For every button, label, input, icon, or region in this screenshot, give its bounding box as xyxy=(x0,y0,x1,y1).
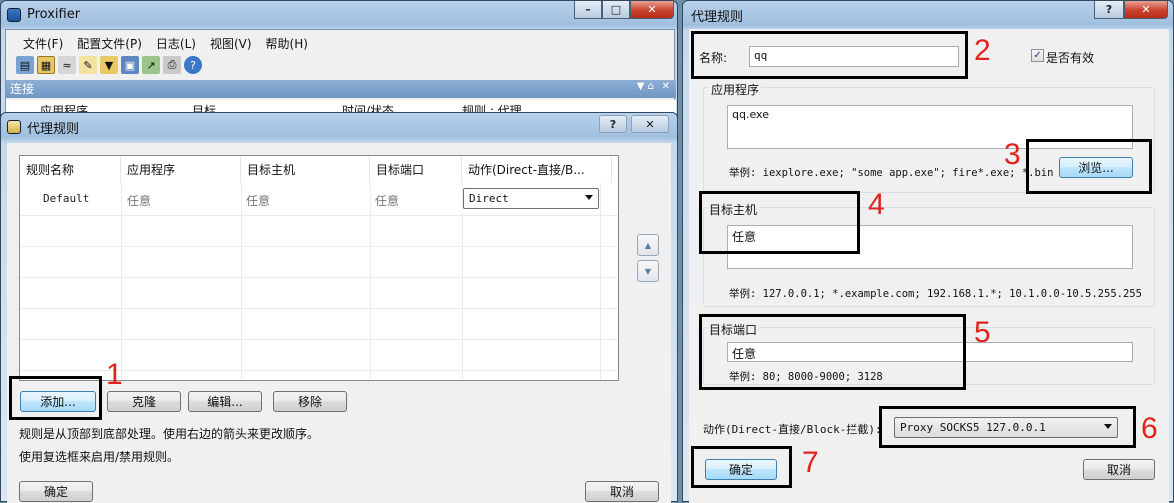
move-up-button[interactable]: ▲ xyxy=(637,234,659,256)
browse-button[interactable]: 浏览... xyxy=(1059,157,1133,178)
rules-info-line-2: 使用复选框来启用/禁用规则。 xyxy=(19,450,180,464)
rule-edit-help-button[interactable]: ? xyxy=(1094,1,1124,19)
rule-edit-client: 名称: qq ✓ 是否有效 应用程序 qq.exe 举例: iexplore.e… xyxy=(689,29,1169,503)
rules-help-button[interactable]: ? xyxy=(599,115,627,133)
name-label: 名称: xyxy=(699,51,728,65)
annotation-number-2: 2 xyxy=(974,34,991,67)
applications-input[interactable]: qq.exe xyxy=(727,105,1133,149)
action-label: 动作(Direct-直接/Block-拦截): xyxy=(703,423,882,436)
remove-rule-button[interactable]: 移除 xyxy=(273,391,347,412)
connections-panel-header: 连接 ▼ ⌂ ✕ xyxy=(6,80,676,98)
enabled-checkbox[interactable]: ✓ xyxy=(1031,49,1044,62)
menu-file[interactable]: 文件(F) xyxy=(16,32,70,55)
rule-cancel-button[interactable]: 取消 xyxy=(1083,459,1155,480)
col-target-port[interactable]: 目标端口 xyxy=(370,156,462,183)
connections-panel-title: 连接 xyxy=(10,82,35,96)
move-down-button[interactable]: ▼ xyxy=(637,260,659,282)
rules-info-line-1: 规则是从顶部到底部处理。使用右边的箭头来更改顺序。 xyxy=(19,427,320,441)
add-rule-button[interactable]: 添加... xyxy=(20,391,96,412)
menu-bar: 文件(F) 配置文件(P) 日志(L) 视图(V) 帮助(H) xyxy=(16,32,315,55)
col-action[interactable]: 动作(Direct-直接/B... xyxy=(462,156,612,183)
minimize-button[interactable]: – xyxy=(574,1,602,19)
annotation-number-7: 7 xyxy=(802,446,819,479)
row-application: 任意 xyxy=(127,194,152,208)
enabled-label: 是否有效 xyxy=(1046,51,1095,65)
grid-line xyxy=(241,183,242,380)
new-profile-icon[interactable]: ✎ xyxy=(79,56,97,74)
print-icon[interactable]: ⎙ xyxy=(163,56,181,74)
annotation-number-5: 5 xyxy=(974,316,991,349)
action-value: Proxy SOCKS5 127.0.0.1 xyxy=(900,421,1046,434)
panel-close-icon[interactable]: ✕ xyxy=(662,81,670,92)
row-action-value: Direct xyxy=(469,192,509,205)
row-target-port: 任意 xyxy=(375,194,400,208)
grid-line xyxy=(600,183,601,380)
grid-line xyxy=(20,215,618,216)
toolbar: ▤ ▦ ≈ ✎ ▼ ▣ ↗ ⎙ ? xyxy=(16,56,202,74)
chevron-down-icon xyxy=(1104,424,1112,429)
target-ports-group-label: 目标端口 xyxy=(707,321,760,338)
rules-ok-button[interactable]: 确定 xyxy=(19,481,93,502)
target-ports-hint: 举例: 80; 8000-9000; 3128 xyxy=(729,371,883,383)
col-rule-name[interactable]: 规则名称 xyxy=(20,156,121,183)
target-hosts-group-label: 目标主机 xyxy=(707,201,760,218)
row-target-host: 任意 xyxy=(246,194,271,208)
action-dropdown[interactable]: Proxy SOCKS5 127.0.0.1 xyxy=(894,417,1118,438)
rule-edit-dialog: 代理规则 ? ✕ 名称: qq ✓ 是否有效 应用程序 qq.exe 举例: i… xyxy=(682,0,1174,503)
target-ports-input[interactable]: 任意 xyxy=(727,342,1133,362)
rule-ok-button[interactable]: 确定 xyxy=(705,459,777,480)
rules-dialog-title: 代理规则 xyxy=(27,121,80,137)
menu-help[interactable]: 帮助(H) xyxy=(259,32,315,55)
main-window-title: Proxifier xyxy=(27,7,81,22)
rule-edit-close-button[interactable]: ✕ xyxy=(1124,1,1168,19)
proxifier-app-icon xyxy=(7,7,21,22)
grid-line xyxy=(370,183,371,380)
statistics-view-icon[interactable]: ≈ xyxy=(58,56,76,74)
rules-dialog-client: 规则名称 应用程序 目标主机 目标端口 动作(Direct-直接/B... De… xyxy=(7,143,671,503)
proxy-rules-dialog: 代理规则 ? ✕ 规则名称 应用程序 目标主机 目标端口 动作(Direct-直… xyxy=(0,112,678,503)
rules-dialog-icon xyxy=(7,120,21,134)
rules-table[interactable]: 规则名称 应用程序 目标主机 目标端口 动作(Direct-直接/B... De… xyxy=(19,155,619,381)
edit-rule-button[interactable]: 编辑... xyxy=(188,391,262,412)
connections-view-icon[interactable]: ▤ xyxy=(16,56,34,74)
row-rule-name: Default xyxy=(43,192,90,205)
menu-log[interactable]: 日志(L) xyxy=(149,32,203,55)
applications-group-label: 应用程序 xyxy=(709,81,762,98)
menu-profile[interactable]: 配置文件(P) xyxy=(70,32,149,55)
annotation-number-3: 3 xyxy=(1004,138,1021,171)
annotation-number-1: 1 xyxy=(106,358,123,391)
annotation-number-6: 6 xyxy=(1141,412,1158,445)
close-button[interactable]: ✕ xyxy=(630,1,674,19)
col-target-host[interactable]: 目标主机 xyxy=(241,156,370,183)
clone-rule-button[interactable]: 克隆 xyxy=(107,391,181,412)
name-input[interactable]: qq xyxy=(749,46,959,67)
grid-line xyxy=(121,183,122,380)
grid-line xyxy=(20,277,618,278)
grid-line xyxy=(462,183,463,380)
chevron-down-icon xyxy=(585,195,593,200)
menu-view[interactable]: 视图(V) xyxy=(203,32,259,55)
rules-close-button[interactable]: ✕ xyxy=(631,115,669,133)
grid-line xyxy=(20,246,618,247)
help-icon[interactable]: ? xyxy=(184,56,202,74)
target-hosts-hint: 举例: 127.0.0.1; *.example.com; 192.168.1.… xyxy=(729,288,1142,300)
rules-cancel-button[interactable]: 取消 xyxy=(585,481,659,502)
grid-line xyxy=(20,308,618,309)
save-profile-icon[interactable]: ▣ xyxy=(121,56,139,74)
open-profile-icon[interactable]: ▼ xyxy=(100,56,118,74)
panel-pin-icon[interactable]: ▼ ⌂ xyxy=(637,81,654,92)
maximize-button[interactable]: □ xyxy=(602,1,630,19)
traffic-view-icon[interactable]: ▦ xyxy=(37,56,55,74)
col-application[interactable]: 应用程序 xyxy=(121,156,241,183)
annotation-number-4: 4 xyxy=(868,188,885,221)
rules-dialog-title-bar[interactable]: 代理规则 xyxy=(1,113,677,141)
grid-line xyxy=(20,339,618,340)
row-action-dropdown[interactable]: Direct xyxy=(463,188,599,209)
export-icon[interactable]: ↗ xyxy=(142,56,160,74)
rule-edit-title: 代理规则 xyxy=(691,9,744,25)
target-hosts-input[interactable]: 任意 xyxy=(727,225,1133,269)
